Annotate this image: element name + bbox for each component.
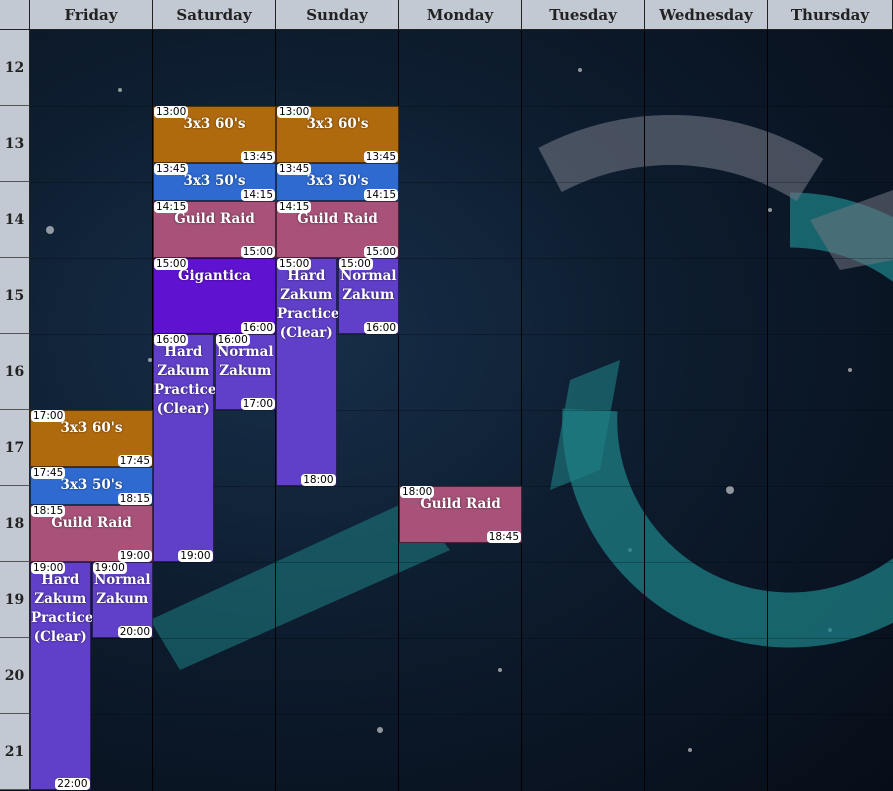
hour-label-18: 18	[0, 486, 30, 562]
hour-label-14: 14	[0, 182, 30, 258]
event-block[interactable]: 3x3 60's 17:00 17:45	[30, 410, 153, 467]
hour-label-12: 12	[0, 30, 30, 106]
event-block[interactable]: Normal Zakum 15:00 16:00	[337, 258, 399, 334]
event-block[interactable]: 3x3 60's 13:00 13:45	[276, 106, 399, 163]
day-header-sunday: Sunday	[276, 0, 399, 30]
hour-label-20: 20	[0, 638, 30, 714]
event-block[interactable]: Guild Raid 14:15 15:00	[276, 201, 399, 258]
hour-label-15: 15	[0, 258, 30, 334]
event-end-time: 19:00	[117, 550, 152, 562]
event-start-time: 13:45	[277, 163, 312, 175]
event-start-time: 17:45	[31, 467, 66, 479]
event-start-time: 18:15	[31, 505, 66, 517]
event-title: Hard Zakum Practice (Clear)	[277, 268, 340, 341]
event-start-time: 16:00	[215, 334, 250, 346]
event-block[interactable]: Hard Zakum Practice (Clear) 19:00 22:00	[30, 562, 94, 790]
event-block[interactable]: Guild Raid 18:00 18:45	[399, 486, 522, 543]
event-block[interactable]: Guild Raid 14:15 15:00	[153, 201, 276, 258]
event-end-time: 22:00	[55, 778, 90, 790]
day-header-tuesday: Tuesday	[522, 0, 645, 30]
hour-gridline	[30, 638, 893, 639]
event-title: Normal Zakum	[93, 572, 151, 607]
event-block[interactable]: 3x3 50's 13:45 14:15	[153, 163, 276, 201]
event-block[interactable]: Gigantica 15:00 16:00	[153, 258, 276, 334]
hour-label-13: 13	[0, 106, 30, 182]
event-end-time: 13:45	[240, 151, 275, 163]
corner-cell	[0, 0, 30, 30]
hour-label-21: 21	[0, 714, 30, 790]
hour-label-17: 17	[0, 410, 30, 486]
event-end-time: 17:00	[240, 398, 275, 410]
day-header-thursday: Thursday	[768, 0, 893, 30]
hour-gridline	[30, 562, 893, 563]
event-end-time: 20:00	[117, 626, 152, 638]
event-end-time: 18:00	[301, 474, 336, 486]
event-title: Hard Zakum Practice (Clear)	[31, 572, 94, 645]
event-title: Normal Zakum	[216, 344, 274, 379]
event-title: Hard Zakum Practice (Clear)	[154, 344, 217, 417]
event-title: Normal Zakum	[339, 268, 397, 303]
event-end-time: 15:00	[240, 246, 275, 258]
event-start-time: 18:00	[400, 486, 435, 498]
hour-label-19: 19	[0, 562, 30, 638]
event-block[interactable]: Normal Zakum 16:00 17:00	[214, 334, 276, 410]
event-block[interactable]: Hard Zakum Practice (Clear) 15:00 18:00	[276, 258, 340, 486]
event-end-time: 13:45	[363, 151, 398, 163]
event-end-time: 16:00	[240, 322, 275, 334]
day-header-saturday: Saturday	[153, 0, 276, 30]
event-end-time: 15:00	[363, 246, 398, 258]
day-header-wednesday: Wednesday	[645, 0, 768, 30]
hour-label-16: 16	[0, 334, 30, 410]
event-end-time: 18:15	[117, 493, 152, 505]
event-start-time: 13:00	[154, 106, 189, 118]
day-header-friday: Friday	[30, 0, 153, 30]
event-start-time: 13:00	[277, 106, 312, 118]
event-end-time: 14:15	[240, 189, 275, 201]
event-end-time: 17:45	[117, 455, 152, 467]
event-start-time: 15:00	[338, 258, 373, 270]
event-start-time: 16:00	[154, 334, 189, 346]
event-block[interactable]: Hard Zakum Practice (Clear) 16:00 19:00	[153, 334, 217, 562]
event-block[interactable]: 3x3 60's 13:00 13:45	[153, 106, 276, 163]
event-start-time: 14:15	[277, 201, 312, 213]
event-start-time: 13:45	[154, 163, 189, 175]
event-end-time: 16:00	[363, 322, 398, 334]
event-block[interactable]: 3x3 50's 17:45 18:15	[30, 467, 153, 505]
event-end-time: 14:15	[363, 189, 398, 201]
event-start-time: 15:00	[277, 258, 312, 270]
event-block[interactable]: Normal Zakum 19:00 20:00	[91, 562, 153, 638]
event-end-time: 18:45	[486, 531, 521, 543]
day-header-monday: Monday	[399, 0, 522, 30]
hour-gridline	[30, 714, 893, 715]
event-start-time: 14:15	[154, 201, 189, 213]
event-start-time: 19:00	[31, 562, 66, 574]
event-start-time: 15:00	[154, 258, 189, 270]
event-end-time: 19:00	[178, 550, 213, 562]
event-block[interactable]: 3x3 50's 13:45 14:15	[276, 163, 399, 201]
event-block[interactable]: Guild Raid 18:15 19:00	[30, 505, 153, 562]
event-start-time: 19:00	[92, 562, 127, 574]
event-start-time: 17:00	[31, 410, 66, 422]
